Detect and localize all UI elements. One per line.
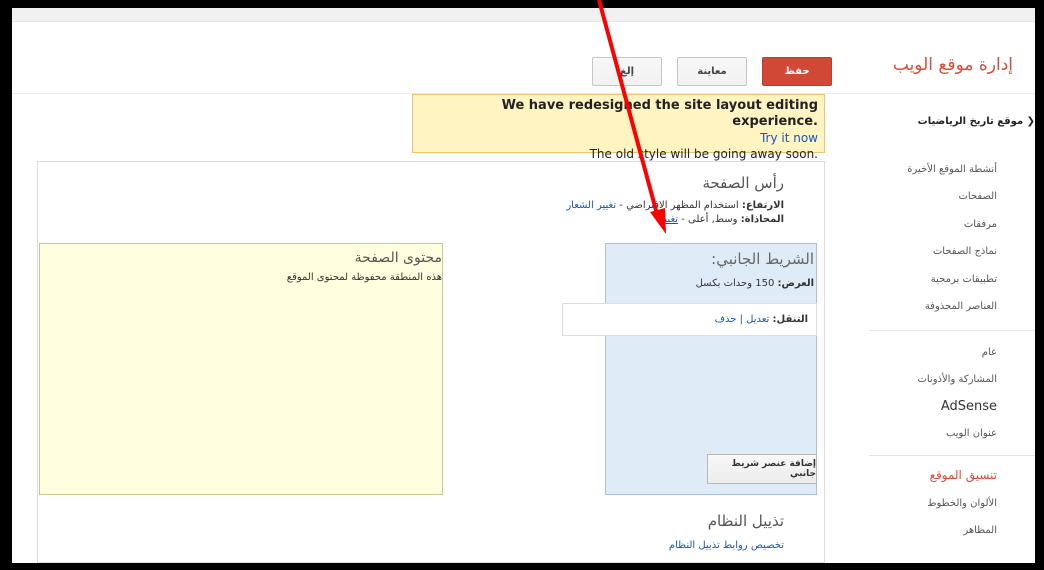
delete-navigation-link[interactable]: حذف [715, 314, 737, 325]
sidebar-item-recent-activity[interactable]: أنشطة الموقع الأخيرة [907, 164, 997, 175]
customize-footer-links-link[interactable]: تخصيص روابط تذييل النظام [669, 540, 784, 551]
header-alignment-line: المحاذاة: وسط, أعلى - تغيير [659, 214, 784, 225]
browser-frame: إلغ معاينة حفظ إدارة موقع الويب We have … [12, 8, 1035, 563]
site-layout-editor: رأس الصفحة الارتفاع: استخدام المظهر الاف… [37, 161, 825, 563]
save-button[interactable]: حفظ [762, 57, 832, 86]
sidebar-region: الشريط الجانبي: العرض: 150 وحدات بكسل ال… [562, 243, 817, 495]
navigation-gadget[interactable]: التنقل: تعديل | حذف [562, 303, 817, 336]
sidebar-item-attachments[interactable]: مرفقات [964, 219, 997, 230]
header-region-title: رأس الصفحة [702, 174, 784, 192]
sidebar-item-site-layout[interactable]: تنسيق الموقع [930, 468, 997, 482]
height-label: الارتفاع: [741, 200, 784, 211]
height-value: استخدام المظهر الافتراضي - [619, 200, 739, 211]
page-content-description: هذه المنطقة محفوظة لمحتوى الموقع [286, 272, 442, 283]
sidebar-item-general[interactable]: عام [982, 347, 997, 358]
add-sidebar-gadget-button[interactable]: إضافة عنصر شريط جانبي [707, 454, 817, 484]
redesign-notice-banner: We have redesigned the site layout editi… [412, 94, 825, 161]
sidebar-item-adsense[interactable]: AdSense [941, 399, 997, 414]
width-value: 150 وحدات بكسل [695, 278, 775, 289]
sidebar-item-pages[interactable]: الصفحات [959, 191, 997, 202]
sidebar-divider [869, 330, 1035, 331]
sidebar-item-colors-fonts[interactable]: الألوان والخطوط [927, 498, 997, 509]
manage-site-sidebar: ❮ موقع تاريخ الرياضيات أنشطة الموقع الأخ… [850, 94, 1035, 563]
notice-headline: We have redesigned the site layout editi… [501, 98, 818, 129]
change-alignment-link[interactable]: تغيير [659, 214, 678, 225]
sidebar-item-apps-scripts[interactable]: تطبيقات برمجية [931, 274, 997, 285]
header-region: رأس الصفحة الارتفاع: استخدام المظهر الاف… [38, 162, 824, 242]
page-title: إدارة موقع الويب [892, 55, 1013, 75]
system-footer-title: تذييل النظام [707, 512, 784, 530]
top-bar [12, 8, 1035, 22]
preview-button[interactable]: معاينة [677, 57, 747, 86]
sidebar-item-deleted-items[interactable]: العناصر المحذوفة [925, 301, 997, 312]
sidebar-item-themes[interactable]: المظاهر [963, 525, 997, 536]
sidebar-region-title: الشريط الجانبي: [711, 250, 814, 268]
sidebar-width-line: العرض: 150 وحدات بكسل [696, 278, 814, 289]
site-name-link[interactable]: ❮ موقع تاريخ الرياضيات [918, 116, 1035, 127]
width-label: العرض: [777, 278, 815, 289]
manage-site-header: إلغ معاينة حفظ إدارة موقع الويب [12, 21, 1035, 94]
cancel-button[interactable]: إلغ [592, 57, 662, 86]
sidebar-item-web-address[interactable]: عنوان الويب [946, 428, 997, 439]
navigation-label: التنقل: [772, 314, 808, 325]
try-it-now-link[interactable]: Try it now [419, 130, 818, 146]
system-footer-region: تذييل النظام تخصيص روابط تذييل النظام [38, 496, 824, 563]
alignment-label: المحاذاة: [740, 214, 784, 225]
notice-footnote: The old style will be going away soon. [589, 147, 818, 161]
page-content-region: محتوى الصفحة هذه المنطقة محفوظة لمحتوى ا… [39, 243, 443, 495]
change-logo-link[interactable]: تغيير الشعار [566, 200, 616, 211]
link-separator: | [739, 314, 743, 325]
page-content-title: محتوى الصفحة [354, 250, 442, 266]
edit-navigation-link[interactable]: تعديل [746, 314, 769, 325]
sidebar-item-page-templates[interactable]: نماذج الصفحات [933, 246, 997, 257]
header-height-line: الارتفاع: استخدام المظهر الافتراضي - تغي… [566, 200, 784, 211]
sidebar-divider [869, 455, 1035, 456]
navigation-gadget-line: التنقل: تعديل | حذف [715, 314, 808, 325]
alignment-value: وسط, أعلى - [681, 214, 738, 225]
sidebar-item-sharing-permissions[interactable]: المشاركة والأذونات [917, 374, 997, 385]
